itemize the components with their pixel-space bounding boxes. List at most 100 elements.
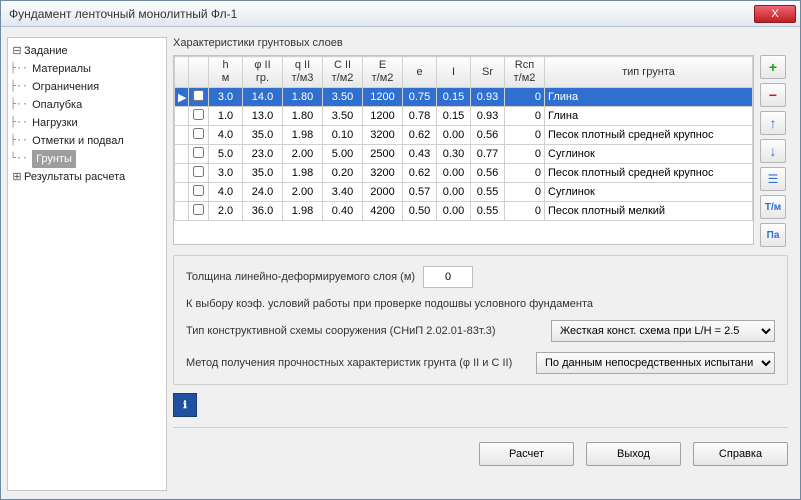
cell-phi[interactable]: 23.0 [243,145,283,164]
column-header[interactable]: e [403,57,437,88]
table-row[interactable]: 2.036.01.980.4042000.500.000.550Песок пл… [175,202,753,221]
cell-e[interactable]: 0.75 [403,88,437,107]
cell-h[interactable]: 3.0 [209,164,243,183]
cell-E[interactable]: 4200 [363,202,403,221]
cell-Sr[interactable]: 0.77 [471,145,505,164]
add-row-button[interactable]: + [760,55,786,79]
cell-c[interactable]: 0.10 [323,126,363,145]
table-row[interactable]: 4.035.01.980.1032000.620.000.560Песок пл… [175,126,753,145]
row-checkbox[interactable] [193,204,204,215]
cell-c[interactable]: 3.40 [323,183,363,202]
calc-button[interactable]: Расчет [479,442,574,466]
row-checkbox[interactable] [193,90,204,101]
cell-Rcn[interactable]: 0 [505,126,545,145]
cell-I[interactable]: 0.00 [437,164,471,183]
move-up-button[interactable]: ↑ [760,111,786,135]
cell-Rcn[interactable]: 0 [505,164,545,183]
column-header[interactable]: C IIт/м2 [323,57,363,88]
cell-e[interactable]: 0.43 [403,145,437,164]
cell-h[interactable]: 1.0 [209,107,243,126]
row-checkbox[interactable] [193,185,204,196]
info-button[interactable]: ℹ [173,393,197,417]
table-row[interactable]: ▶3.014.01.803.5012000.750.150.930Глина [175,88,753,107]
delete-row-button[interactable]: − [760,83,786,107]
cell-Sr[interactable]: 0.55 [471,183,505,202]
cell-E[interactable]: 2500 [363,145,403,164]
tree-item[interactable]: ├·· Отметки и подвал [10,132,164,150]
column-header[interactable]: Rcпт/м2 [505,57,545,88]
cell-Sr[interactable]: 0.56 [471,164,505,183]
tree-item[interactable]: ├·· Нагрузки [10,114,164,132]
column-header[interactable]: Sr [471,57,505,88]
cell-q[interactable]: 2.00 [283,145,323,164]
cell-q[interactable]: 1.98 [283,202,323,221]
cell-e[interactable]: 0.62 [403,126,437,145]
cell-Sr[interactable]: 0.93 [471,107,505,126]
move-down-button[interactable]: ↓ [760,139,786,163]
row-checkbox[interactable] [193,147,204,158]
cell-phi[interactable]: 36.0 [243,202,283,221]
cell-soil-type[interactable]: Суглинок [545,145,753,164]
cell-E[interactable]: 1200 [363,107,403,126]
cell-Rcn[interactable]: 0 [505,183,545,202]
cell-Sr[interactable]: 0.56 [471,126,505,145]
cell-E[interactable]: 1200 [363,88,403,107]
cell-q[interactable]: 1.80 [283,88,323,107]
cell-soil-type[interactable]: Песок плотный средней крупнос [545,126,753,145]
cell-phi[interactable]: 24.0 [243,183,283,202]
cell-soil-type[interactable]: Песок плотный средней крупнос [545,164,753,183]
cell-E[interactable]: 3200 [363,164,403,183]
cell-I[interactable]: 0.15 [437,88,471,107]
cell-q[interactable]: 2.00 [283,183,323,202]
tree-root-task[interactable]: ⊟ Задание [10,42,164,60]
cell-Rcn[interactable]: 0 [505,145,545,164]
cell-q[interactable]: 1.80 [283,107,323,126]
cell-q[interactable]: 1.98 [283,164,323,183]
exit-button[interactable]: Выход [586,442,681,466]
table-row[interactable]: 5.023.02.005.0025000.430.300.770Суглинок [175,145,753,164]
tree-root-results[interactable]: ⊞ Результаты расчета [10,168,164,186]
help-button[interactable]: Справка [693,442,788,466]
cell-h[interactable]: 5.0 [209,145,243,164]
expand-icon[interactable]: ⊞ [10,168,24,186]
cell-e[interactable]: 0.62 [403,164,437,183]
tree-item[interactable]: ├·· Ограничения [10,78,164,96]
cell-c[interactable]: 0.40 [323,202,363,221]
column-header[interactable]: тип грунта [545,57,753,88]
column-header[interactable]: q IIт/м3 [283,57,323,88]
cell-soil-type[interactable]: Суглинок [545,183,753,202]
units-tm-button[interactable]: T/м [760,195,786,219]
column-header[interactable]: φ IIгр. [243,57,283,88]
cell-e[interactable]: 0.50 [403,202,437,221]
tree-item[interactable]: ├·· Опалубка [10,96,164,114]
table-row[interactable]: 1.013.01.803.5012000.780.150.930Глина [175,107,753,126]
close-button[interactable]: X [754,5,796,23]
cell-phi[interactable]: 35.0 [243,164,283,183]
row-checkbox[interactable] [193,166,204,177]
cell-c[interactable]: 5.00 [323,145,363,164]
cell-c[interactable]: 3.50 [323,88,363,107]
cell-Sr[interactable]: 0.55 [471,202,505,221]
cell-phi[interactable]: 35.0 [243,126,283,145]
properties-button[interactable]: ☰ [760,167,786,191]
cell-phi[interactable]: 13.0 [243,107,283,126]
cell-E[interactable]: 2000 [363,183,403,202]
cell-soil-type[interactable]: Глина [545,88,753,107]
cell-e[interactable]: 0.78 [403,107,437,126]
cell-I[interactable]: 0.30 [437,145,471,164]
units-pa-button[interactable]: Па [760,223,786,247]
cell-h[interactable]: 4.0 [209,183,243,202]
cell-I[interactable]: 0.00 [437,183,471,202]
cell-Rcn[interactable]: 0 [505,107,545,126]
cell-h[interactable]: 4.0 [209,126,243,145]
cell-phi[interactable]: 14.0 [243,88,283,107]
cell-I[interactable]: 0.00 [437,202,471,221]
cell-c[interactable]: 3.50 [323,107,363,126]
scheme-select[interactable]: Жесткая конст. схема при L/H = 2.5 [551,320,775,342]
cell-q[interactable]: 1.98 [283,126,323,145]
cell-soil-type[interactable]: Песок плотный мелкий [545,202,753,221]
method-select[interactable]: По данным непосредственных испытани [536,352,775,374]
cell-h[interactable]: 2.0 [209,202,243,221]
cell-I[interactable]: 0.15 [437,107,471,126]
collapse-icon[interactable]: ⊟ [10,42,24,60]
